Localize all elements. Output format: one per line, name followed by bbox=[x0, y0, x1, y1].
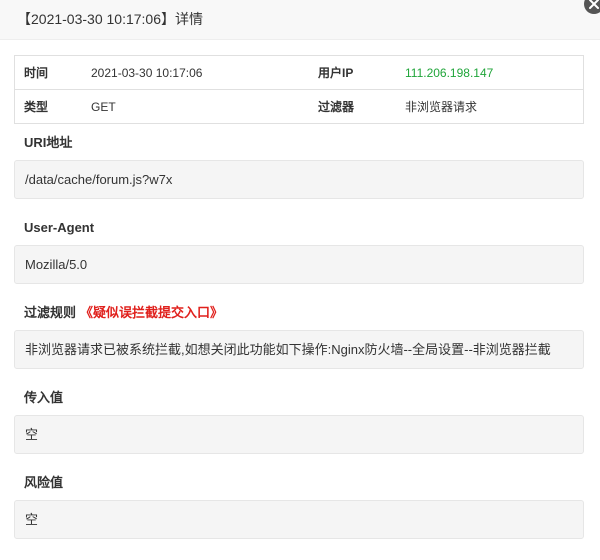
input-value-label: 传入值 bbox=[24, 390, 64, 405]
dialog-titlebar: 【2021-03-30 10:17:06】详情 bbox=[0, 0, 600, 40]
filter-rule-value-box[interactable]: 非浏览器请求已被系统拦截,如想关闭此功能如下操作:Nginx防火墙--全局设置-… bbox=[14, 330, 584, 369]
filter-value: 非浏览器请求 bbox=[405, 100, 478, 114]
false-positive-report-link[interactable]: 《疑似误拦截提交入口》 bbox=[80, 305, 223, 320]
type-label: 类型 bbox=[24, 100, 49, 114]
type-value: GET bbox=[91, 100, 116, 114]
risk-value-box[interactable]: 空 bbox=[14, 500, 584, 539]
dialog-title: 【2021-03-30 10:17:06】详情 bbox=[17, 11, 203, 27]
uri-label: URI地址 bbox=[24, 135, 73, 150]
input-value-box[interactable]: 空 bbox=[14, 415, 584, 454]
user-agent-label: User-Agent bbox=[24, 220, 95, 235]
risk-value-label: 风险值 bbox=[24, 475, 64, 490]
user-agent-value-box[interactable]: Mozilla/5.0 bbox=[14, 245, 584, 284]
info-row-type-filter: 类型 GET 过滤器 非浏览器请求 bbox=[15, 90, 583, 124]
time-value: 2021-03-30 10:17:06 bbox=[91, 66, 203, 80]
filter-rule-label-row: 过滤规则 《疑似误拦截提交入口》 bbox=[24, 305, 223, 321]
info-row-time-ip: 时间 2021-03-30 10:17:06 用户IP 111.206.198.… bbox=[15, 56, 583, 90]
info-table: 时间 2021-03-30 10:17:06 用户IP 111.206.198.… bbox=[14, 55, 584, 124]
uri-value-box[interactable]: /data/cache/forum.js?w7x bbox=[14, 160, 584, 199]
ip-label: 用户IP bbox=[318, 66, 354, 80]
filter-rule-label: 过滤规则 bbox=[24, 305, 77, 320]
time-label: 时间 bbox=[24, 66, 49, 80]
close-icon bbox=[589, 0, 599, 9]
detail-dialog: 【2021-03-30 10:17:06】详情 时间 2021-03-30 10… bbox=[0, 0, 600, 560]
filter-label: 过滤器 bbox=[318, 100, 355, 114]
ip-value: 111.206.198.147 bbox=[405, 66, 494, 80]
